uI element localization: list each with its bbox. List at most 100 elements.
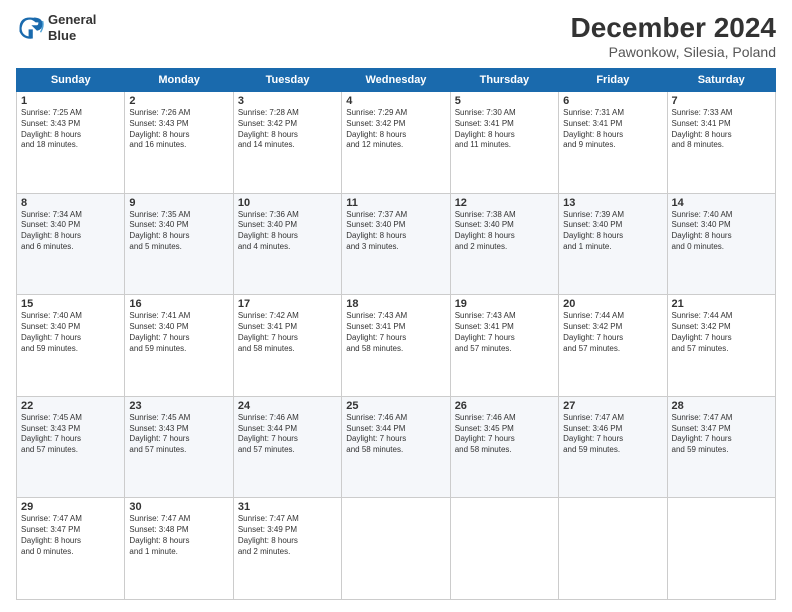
logo-line2: Blue	[48, 28, 96, 44]
calendar-week-3: 15Sunrise: 7:40 AMSunset: 3:40 PMDayligh…	[17, 295, 776, 397]
calendar-cell: 9Sunrise: 7:35 AMSunset: 3:40 PMDaylight…	[125, 193, 233, 295]
calendar-cell: 24Sunrise: 7:46 AMSunset: 3:44 PMDayligh…	[233, 396, 341, 498]
main-title: December 2024	[571, 12, 776, 44]
calendar-cell: 2Sunrise: 7:26 AMSunset: 3:43 PMDaylight…	[125, 92, 233, 194]
day-number: 25	[346, 400, 445, 412]
logo-text: General Blue	[48, 12, 96, 43]
day-number: 26	[455, 400, 554, 412]
calendar-cell: 16Sunrise: 7:41 AMSunset: 3:40 PMDayligh…	[125, 295, 233, 397]
calendar-cell: 1Sunrise: 7:25 AMSunset: 3:43 PMDaylight…	[17, 92, 125, 194]
cell-info: Sunrise: 7:28 AMSunset: 3:42 PMDaylight:…	[238, 108, 337, 151]
cell-info: Sunrise: 7:46 AMSunset: 3:44 PMDaylight:…	[346, 413, 445, 456]
logo-line1: General	[48, 12, 96, 28]
calendar-cell: 28Sunrise: 7:47 AMSunset: 3:47 PMDayligh…	[667, 396, 775, 498]
day-number: 16	[129, 298, 228, 310]
cell-info: Sunrise: 7:43 AMSunset: 3:41 PMDaylight:…	[346, 311, 445, 354]
weekday-header-saturday: Saturday	[667, 69, 775, 92]
calendar-cell: 30Sunrise: 7:47 AMSunset: 3:48 PMDayligh…	[125, 498, 233, 600]
day-number: 5	[455, 95, 554, 107]
day-number: 14	[672, 197, 771, 209]
cell-info: Sunrise: 7:37 AMSunset: 3:40 PMDaylight:…	[346, 210, 445, 253]
calendar-cell: 7Sunrise: 7:33 AMSunset: 3:41 PMDaylight…	[667, 92, 775, 194]
calendar-cell: 8Sunrise: 7:34 AMSunset: 3:40 PMDaylight…	[17, 193, 125, 295]
generalblue-icon	[16, 14, 44, 42]
cell-info: Sunrise: 7:46 AMSunset: 3:45 PMDaylight:…	[455, 413, 554, 456]
calendar-cell: 18Sunrise: 7:43 AMSunset: 3:41 PMDayligh…	[342, 295, 450, 397]
calendar-cell	[559, 498, 667, 600]
calendar-cell: 29Sunrise: 7:47 AMSunset: 3:47 PMDayligh…	[17, 498, 125, 600]
cell-info: Sunrise: 7:47 AMSunset: 3:47 PMDaylight:…	[672, 413, 771, 456]
weekday-header-wednesday: Wednesday	[342, 69, 450, 92]
calendar-cell: 22Sunrise: 7:45 AMSunset: 3:43 PMDayligh…	[17, 396, 125, 498]
day-number: 2	[129, 95, 228, 107]
calendar-cell: 23Sunrise: 7:45 AMSunset: 3:43 PMDayligh…	[125, 396, 233, 498]
cell-info: Sunrise: 7:30 AMSunset: 3:41 PMDaylight:…	[455, 108, 554, 151]
calendar-cell: 19Sunrise: 7:43 AMSunset: 3:41 PMDayligh…	[450, 295, 558, 397]
calendar-week-4: 22Sunrise: 7:45 AMSunset: 3:43 PMDayligh…	[17, 396, 776, 498]
subtitle: Pawonkow, Silesia, Poland	[571, 44, 776, 60]
day-number: 9	[129, 197, 228, 209]
cell-info: Sunrise: 7:29 AMSunset: 3:42 PMDaylight:…	[346, 108, 445, 151]
cell-info: Sunrise: 7:47 AMSunset: 3:49 PMDaylight:…	[238, 514, 337, 557]
cell-info: Sunrise: 7:38 AMSunset: 3:40 PMDaylight:…	[455, 210, 554, 253]
cell-info: Sunrise: 7:42 AMSunset: 3:41 PMDaylight:…	[238, 311, 337, 354]
cell-info: Sunrise: 7:47 AMSunset: 3:48 PMDaylight:…	[129, 514, 228, 557]
weekday-header-thursday: Thursday	[450, 69, 558, 92]
day-number: 30	[129, 501, 228, 513]
calendar-cell: 17Sunrise: 7:42 AMSunset: 3:41 PMDayligh…	[233, 295, 341, 397]
cell-info: Sunrise: 7:35 AMSunset: 3:40 PMDaylight:…	[129, 210, 228, 253]
cell-info: Sunrise: 7:44 AMSunset: 3:42 PMDaylight:…	[672, 311, 771, 354]
cell-info: Sunrise: 7:41 AMSunset: 3:40 PMDaylight:…	[129, 311, 228, 354]
cell-info: Sunrise: 7:47 AMSunset: 3:47 PMDaylight:…	[21, 514, 120, 557]
calendar-cell: 10Sunrise: 7:36 AMSunset: 3:40 PMDayligh…	[233, 193, 341, 295]
title-block: December 2024 Pawonkow, Silesia, Poland	[571, 12, 776, 60]
calendar-cell: 26Sunrise: 7:46 AMSunset: 3:45 PMDayligh…	[450, 396, 558, 498]
cell-info: Sunrise: 7:47 AMSunset: 3:46 PMDaylight:…	[563, 413, 662, 456]
calendar-cell: 25Sunrise: 7:46 AMSunset: 3:44 PMDayligh…	[342, 396, 450, 498]
cell-info: Sunrise: 7:33 AMSunset: 3:41 PMDaylight:…	[672, 108, 771, 151]
calendar-cell: 15Sunrise: 7:40 AMSunset: 3:40 PMDayligh…	[17, 295, 125, 397]
day-number: 6	[563, 95, 662, 107]
day-number: 3	[238, 95, 337, 107]
day-number: 31	[238, 501, 337, 513]
cell-info: Sunrise: 7:40 AMSunset: 3:40 PMDaylight:…	[672, 210, 771, 253]
calendar-body: 1Sunrise: 7:25 AMSunset: 3:43 PMDaylight…	[17, 92, 776, 600]
day-number: 20	[563, 298, 662, 310]
calendar-cell: 13Sunrise: 7:39 AMSunset: 3:40 PMDayligh…	[559, 193, 667, 295]
calendar-cell: 21Sunrise: 7:44 AMSunset: 3:42 PMDayligh…	[667, 295, 775, 397]
calendar-cell: 12Sunrise: 7:38 AMSunset: 3:40 PMDayligh…	[450, 193, 558, 295]
calendar: SundayMondayTuesdayWednesdayThursdayFrid…	[16, 68, 776, 600]
logo: General Blue	[16, 12, 96, 43]
day-number: 24	[238, 400, 337, 412]
weekday-header-friday: Friday	[559, 69, 667, 92]
calendar-cell	[667, 498, 775, 600]
cell-info: Sunrise: 7:40 AMSunset: 3:40 PMDaylight:…	[21, 311, 120, 354]
cell-info: Sunrise: 7:46 AMSunset: 3:44 PMDaylight:…	[238, 413, 337, 456]
weekday-header-sunday: Sunday	[17, 69, 125, 92]
cell-info: Sunrise: 7:43 AMSunset: 3:41 PMDaylight:…	[455, 311, 554, 354]
weekday-header-tuesday: Tuesday	[233, 69, 341, 92]
day-number: 7	[672, 95, 771, 107]
day-number: 8	[21, 197, 120, 209]
calendar-cell: 20Sunrise: 7:44 AMSunset: 3:42 PMDayligh…	[559, 295, 667, 397]
day-number: 21	[672, 298, 771, 310]
day-number: 13	[563, 197, 662, 209]
day-number: 28	[672, 400, 771, 412]
calendar-week-1: 1Sunrise: 7:25 AMSunset: 3:43 PMDaylight…	[17, 92, 776, 194]
cell-info: Sunrise: 7:25 AMSunset: 3:43 PMDaylight:…	[21, 108, 120, 151]
calendar-cell: 5Sunrise: 7:30 AMSunset: 3:41 PMDaylight…	[450, 92, 558, 194]
cell-info: Sunrise: 7:31 AMSunset: 3:41 PMDaylight:…	[563, 108, 662, 151]
cell-info: Sunrise: 7:45 AMSunset: 3:43 PMDaylight:…	[129, 413, 228, 456]
calendar-cell: 11Sunrise: 7:37 AMSunset: 3:40 PMDayligh…	[342, 193, 450, 295]
cell-info: Sunrise: 7:26 AMSunset: 3:43 PMDaylight:…	[129, 108, 228, 151]
day-number: 11	[346, 197, 445, 209]
weekday-header-monday: Monday	[125, 69, 233, 92]
day-number: 18	[346, 298, 445, 310]
calendar-header: SundayMondayTuesdayWednesdayThursdayFrid…	[17, 69, 776, 92]
cell-info: Sunrise: 7:39 AMSunset: 3:40 PMDaylight:…	[563, 210, 662, 253]
day-number: 1	[21, 95, 120, 107]
weekday-header-row: SundayMondayTuesdayWednesdayThursdayFrid…	[17, 69, 776, 92]
calendar-cell: 31Sunrise: 7:47 AMSunset: 3:49 PMDayligh…	[233, 498, 341, 600]
cell-info: Sunrise: 7:36 AMSunset: 3:40 PMDaylight:…	[238, 210, 337, 253]
calendar-cell	[450, 498, 558, 600]
